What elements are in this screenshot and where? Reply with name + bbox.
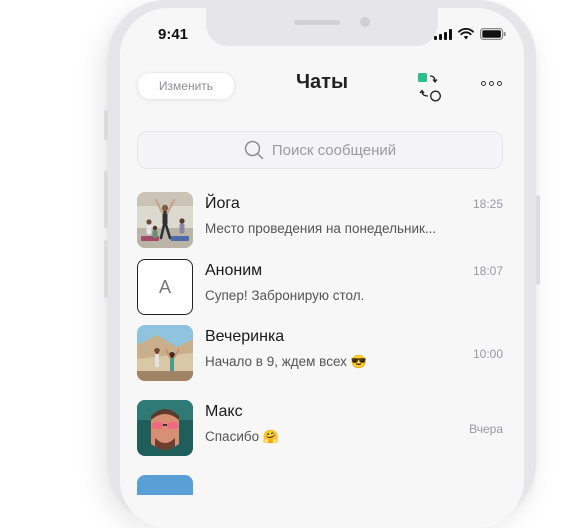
front-camera xyxy=(360,17,370,27)
chat-message-text: Начало в 9, ждем всех xyxy=(205,354,347,369)
chat-time: Вчера xyxy=(469,422,503,436)
yoga-photo xyxy=(137,192,193,248)
chat-time: 10:00 xyxy=(472,347,503,361)
signal-icon xyxy=(434,28,452,40)
phone-side-button xyxy=(104,240,108,298)
chat-name: Вечеринка xyxy=(205,328,285,345)
page-title: Чаты xyxy=(295,71,349,93)
avatar xyxy=(137,325,193,381)
phone-side-button xyxy=(104,110,108,140)
phone-side-button xyxy=(536,195,540,285)
more-options-icon[interactable] xyxy=(481,81,502,86)
battery-icon xyxy=(480,28,506,40)
chat-message-text: Спасибо xyxy=(205,429,260,444)
phone-side-button xyxy=(104,170,108,228)
chat-last-message: Супер! Забронирую стол. xyxy=(205,288,365,303)
status-time: 9:41 xyxy=(158,26,189,43)
chat-time: 18:25 xyxy=(472,197,503,211)
chat-last-message: Начало в 9, ждем всех 😎 xyxy=(205,354,367,370)
hugging-emoji-icon: 🤗 xyxy=(262,429,280,444)
search-icon xyxy=(244,140,264,160)
search-input[interactable]: Поиск сообщений xyxy=(137,131,503,169)
chat-item-yoga[interactable]: Йога Место проведения на понедельник... … xyxy=(137,192,503,250)
wifi-icon xyxy=(458,28,474,40)
avatar-letter: А xyxy=(137,259,193,315)
speaker xyxy=(294,20,340,25)
chat-last-message: Место проведения на понедельник... xyxy=(205,221,437,236)
search-placeholder: Поиск сообщений xyxy=(271,141,397,159)
avatar xyxy=(137,192,193,248)
notch xyxy=(206,8,438,46)
party-photo xyxy=(137,325,193,381)
max-photo xyxy=(137,400,193,456)
sunglasses-emoji-icon: 😎 xyxy=(350,354,367,369)
chat-time: 18:07 xyxy=(472,264,503,278)
avatar xyxy=(137,400,193,456)
avatar xyxy=(137,475,193,495)
chat-name: Макс xyxy=(205,403,243,420)
phone-screen: 9:41 Изменить Чаты Поиск сообщений Йога … xyxy=(120,8,524,528)
switch-view-icon[interactable] xyxy=(416,72,446,102)
chat-last-message: Спасибо 🤗 xyxy=(205,429,279,445)
chat-name: Йога xyxy=(205,195,240,212)
status-icons xyxy=(434,28,506,40)
chat-item-party[interactable]: Вечеринка Начало в 9, ждем всех 😎 10:00 xyxy=(137,325,503,383)
chat-item-max[interactable]: Макс Спасибо 🤗 Вчера xyxy=(137,400,503,458)
chat-name: Аноним xyxy=(205,262,263,279)
chat-item-anonymous[interactable]: А Аноним Супер! Забронирую стол. 18:07 xyxy=(137,259,503,317)
